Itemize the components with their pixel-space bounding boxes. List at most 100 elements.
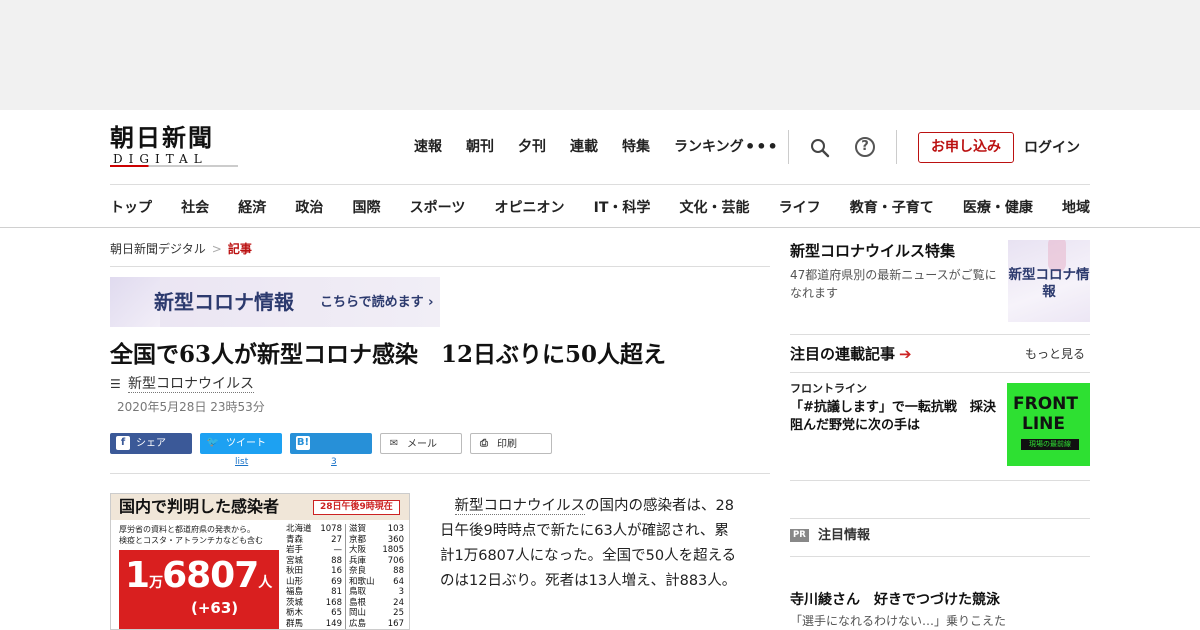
pr-badge: PR: [790, 529, 809, 542]
total-cases: 1万6807人: [125, 556, 272, 603]
pref-name: 山形: [286, 576, 304, 587]
feature-title[interactable]: 新型コロナウイルス特集: [790, 240, 955, 262]
category-education[interactable]: 教育・子育て: [850, 197, 934, 217]
infographic-title: 国内で判明した感染者: [119, 497, 280, 516]
divider: [790, 480, 1090, 481]
breadcrumb-current: 記事: [227, 242, 252, 256]
tweet-count-link[interactable]: list: [235, 456, 248, 468]
pick-headline-link[interactable]: 寺川綾さん 好きでつづけた競泳: [790, 591, 1000, 609]
login-link[interactable]: ログイン: [1024, 138, 1080, 158]
divider: [790, 334, 1090, 335]
table-row: 福島 81 鳥取 3: [283, 587, 407, 598]
category-region[interactable]: 地域: [1062, 197, 1090, 217]
pref-name: 福島: [286, 587, 304, 597]
table-row: 群馬 149 広島 167: [283, 618, 407, 629]
article-body: 新型コロナウイルスの国内の感染者は、28日午後9時時点で新たに63人が確認され、…: [440, 494, 740, 594]
top-nav-sokuho[interactable]: 速報: [414, 137, 442, 157]
pref-count: 706: [387, 555, 404, 566]
logo-line2: DIGITAL: [113, 152, 208, 166]
article-date: 2020年5月28日 23時53分: [117, 400, 265, 414]
pref-count: 3: [398, 587, 404, 597]
pref-name: 茨城: [286, 597, 304, 608]
table-row: 宮城 88 兵庫 706: [283, 555, 407, 566]
category-health[interactable]: 医療・健康: [963, 197, 1033, 217]
banner-decoration: [110, 277, 160, 327]
feature-thumbnail[interactable]: 新型コロナ情報: [1008, 240, 1090, 322]
arrow-right-icon[interactable]: ➔: [899, 343, 912, 365]
category-international[interactable]: 国際: [353, 197, 381, 217]
see-more-link[interactable]: もっと見る: [1025, 346, 1085, 362]
infection-infographic[interactable]: 国内で判明した感染者 28日午後9時現在 厚労省の資料と都道府県の発表から。 検…: [110, 493, 410, 630]
pref-count: 88: [393, 566, 404, 576]
article-tag-link[interactable]: 新型コロナウイルス: [128, 376, 254, 393]
subscribe-button[interactable]: お申し込み: [918, 132, 1014, 163]
corona-info-banner[interactable]: 新型コロナ情報 こちらで読めます ›: [110, 277, 440, 327]
pref-count: 167: [387, 618, 404, 629]
pref-count: 1078: [320, 524, 342, 534]
top-nav-choukan[interactable]: 朝刊: [466, 137, 494, 157]
top-nav-rensai[interactable]: 連載: [570, 137, 598, 157]
category-economy[interactable]: 経済: [238, 197, 266, 217]
serial-headline-link[interactable]: 「#抗議します」で一転抗戦 採決阻んだ野党に次の手は: [790, 399, 1000, 435]
asahi-digital-logo[interactable]: 朝日新聞 DIGITAL: [110, 124, 240, 170]
article-paragraph: 新型コロナウイルスの国内の感染者は、28日午後9時時点で新たに63人が確認され、…: [440, 494, 740, 594]
list-icon: ☰: [110, 377, 121, 391]
print-label: 印刷: [497, 439, 517, 450]
pref-name: 秋田: [286, 566, 304, 576]
category-culture[interactable]: 文化・芸能: [680, 197, 750, 217]
pref-count: 69: [331, 576, 342, 587]
banner-title: 新型コロナ情報: [154, 290, 294, 314]
pref-name: 滋賀: [349, 524, 367, 534]
category-it-science[interactable]: IT・科学: [594, 197, 651, 217]
body-keyword-link[interactable]: 新型コロナウイルス: [454, 498, 585, 515]
hatena-count-link[interactable]: 3: [331, 456, 337, 468]
pref-count: 64: [393, 576, 404, 587]
pref-count: 25: [393, 608, 404, 618]
pref-name: 北海道: [286, 524, 312, 534]
ad-banner-area: [0, 0, 1200, 110]
pref-count: 65: [331, 608, 342, 618]
table-row: 岩手 — 大阪 1805: [283, 545, 407, 556]
pref-name: 京都: [349, 534, 367, 545]
category-top[interactable]: トップ: [110, 197, 152, 217]
help-icon[interactable]: ?: [855, 137, 875, 157]
pref-count: 149: [325, 618, 342, 629]
category-society[interactable]: 社会: [181, 197, 209, 217]
print-icon: ⎙: [480, 438, 488, 449]
table-row: 山形 69 和歌山 64: [283, 576, 407, 587]
more-menu-icon[interactable]: •••: [745, 137, 779, 157]
pref-count: 360: [387, 534, 404, 545]
pref-name: 岡山: [349, 608, 367, 618]
top-nav-ranking[interactable]: ランキング: [674, 137, 744, 157]
print-button[interactable]: ⎙ 印刷: [470, 433, 552, 454]
pref-name: 奈良: [349, 566, 367, 576]
top-nav-tokushu[interactable]: 特集: [622, 137, 650, 157]
infographic-date-badge: 28日午後9時現在: [313, 500, 400, 515]
top-nav-yukan[interactable]: 夕刊: [518, 137, 546, 157]
category-politics[interactable]: 政治: [295, 197, 323, 217]
category-sports[interactable]: スポーツ: [410, 197, 466, 217]
table-row: 栃木 65 岡山 25: [283, 608, 407, 619]
category-opinion[interactable]: オピニオン: [494, 197, 564, 217]
pref-name: 鳥取: [349, 587, 367, 597]
tweet-label: ツイート: [226, 438, 266, 449]
frontline-thumbnail[interactable]: FRONT LINE 現場の最前線: [1007, 383, 1090, 466]
breadcrumb-separator: >: [211, 242, 222, 256]
pref-name: 兵庫: [349, 555, 367, 566]
divider: [110, 473, 770, 474]
pr-section-title: 注目情報: [818, 528, 871, 543]
hatena-icon: B!: [296, 436, 310, 450]
site-header: 朝日新聞 DIGITAL 速報 朝刊 夕刊 連載 特集 ランキング ••• ? …: [0, 110, 1200, 228]
pref-count: —: [333, 545, 343, 555]
feature-description: 47都道府県別の最新ニュースがご覧になれます: [790, 268, 997, 300]
search-icon[interactable]: [810, 138, 830, 158]
pref-count: 168: [325, 597, 342, 608]
pref-name: 島根: [349, 597, 367, 608]
pref-name: 和歌山: [349, 576, 375, 587]
facebook-share-button[interactable]: f シェア: [110, 433, 192, 454]
hatena-bookmark-button[interactable]: B! ブックマーク: [290, 433, 372, 470]
breadcrumb-home[interactable]: 朝日新聞デジタル: [110, 242, 206, 256]
category-life[interactable]: ライフ: [779, 197, 821, 217]
tweet-button[interactable]: 🐦 ツイート: [200, 433, 282, 454]
mail-share-button[interactable]: ✉ メール: [380, 433, 462, 454]
